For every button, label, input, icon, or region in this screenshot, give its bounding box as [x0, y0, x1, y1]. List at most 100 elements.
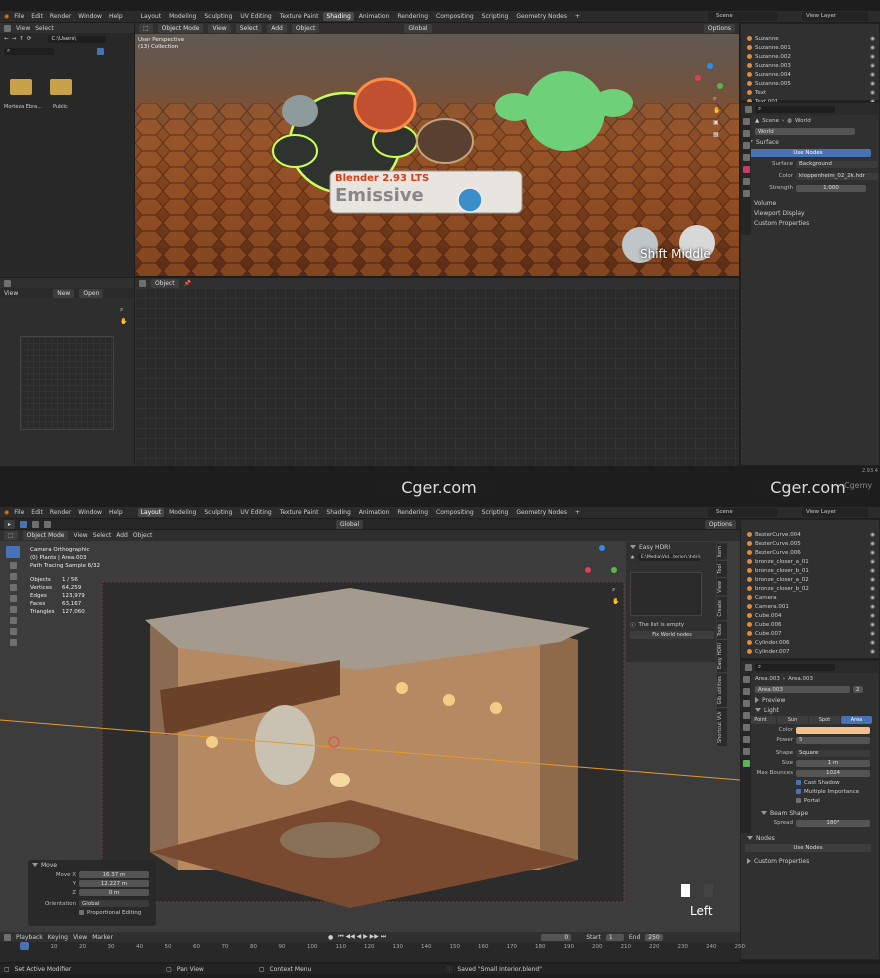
- back-arrow-icon[interactable]: ←: [4, 36, 9, 42]
- view-layer-selector[interactable]: View Layer: [802, 508, 868, 517]
- search-input[interactable]: ⌕: [4, 47, 54, 55]
- light-color-swatch[interactable]: [796, 726, 870, 734]
- camera-icon[interactable]: ▣: [713, 119, 719, 126]
- blender-logo-icon[interactable]: ◉: [4, 13, 9, 20]
- pin-icon[interactable]: 📌: [184, 280, 191, 287]
- visibility-icon[interactable]: ◉: [870, 604, 875, 610]
- shape-field[interactable]: Square: [796, 749, 870, 757]
- scene-tab-icon[interactable]: [743, 154, 750, 161]
- workspace-tab[interactable]: Animation: [356, 508, 393, 517]
- sidebar-tab[interactable]: Tools: [717, 619, 727, 639]
- light-datablock[interactable]: Area.003: [755, 686, 850, 693]
- outliner-item[interactable]: bronze_closer_a_02 ◉: [747, 575, 879, 584]
- output-tab-icon[interactable]: [743, 142, 750, 149]
- object-tab-icon[interactable]: [743, 736, 750, 743]
- light-section[interactable]: Light: [764, 707, 779, 714]
- workspace-tab[interactable]: Modeling: [166, 508, 199, 517]
- add-workspace-icon[interactable]: +: [575, 509, 580, 516]
- add-menu[interactable]: Add: [267, 24, 287, 33]
- proportional-checkbox[interactable]: [79, 910, 84, 915]
- menu-item[interactable]: File: [14, 509, 24, 516]
- scene-selector[interactable]: Scene: [708, 12, 778, 21]
- blender-logo-icon[interactable]: ◉: [4, 509, 9, 516]
- easy-hdri-title[interactable]: Easy HDRI: [639, 544, 670, 551]
- outliner-item[interactable]: Cube.004 ◉: [747, 611, 879, 620]
- hand-icon[interactable]: ✋: [612, 598, 619, 605]
- playhead[interactable]: [20, 942, 29, 950]
- keying-menu[interactable]: Keying: [48, 934, 68, 941]
- visibility-icon[interactable]: ◉: [870, 613, 875, 619]
- visibility-icon[interactable]: ◉: [870, 72, 875, 78]
- workspace-tab[interactable]: Shading: [323, 508, 353, 517]
- viewport-display-section[interactable]: Viewport Display: [754, 210, 805, 217]
- mis-checkbox[interactable]: [796, 789, 801, 794]
- zoom-icon[interactable]: ⌕: [120, 306, 123, 314]
- outliner-item[interactable]: Suzanne.005 ◉: [747, 79, 879, 88]
- outliner-item[interactable]: Suzanne.004 ◉: [747, 70, 879, 79]
- sidebar-tab[interactable]: Item: [717, 542, 727, 561]
- workspace-tab[interactable]: Geometry Nodes: [513, 508, 570, 517]
- editor-type-button[interactable]: ⬚: [4, 531, 18, 540]
- world-tab-icon[interactable]: [743, 166, 750, 173]
- select-subtract-icon[interactable]: [44, 520, 52, 528]
- outliner-item[interactable]: BezierCurve.004 ◉: [747, 530, 879, 539]
- visibility-icon[interactable]: ◉: [870, 45, 875, 51]
- strength-field[interactable]: 1.000: [796, 184, 866, 192]
- grid-icon[interactable]: ▦: [713, 131, 719, 138]
- select-box-icon[interactable]: [20, 520, 28, 528]
- object-tab-icon[interactable]: [743, 178, 750, 185]
- outliner-item[interactable]: Suzanne.003 ◉: [747, 61, 879, 70]
- outliner-item[interactable]: Cylinder.007 ◉: [747, 647, 879, 656]
- menu-item[interactable]: Render: [50, 13, 71, 20]
- mode-dropdown[interactable]: Object Mode: [22, 531, 69, 540]
- cursor-tool-icon[interactable]: [9, 562, 17, 569]
- cast-shadow-checkbox[interactable]: [796, 780, 801, 785]
- move-tool-icon[interactable]: [9, 573, 17, 580]
- select-menu[interactable]: Select: [93, 532, 112, 539]
- tool-tab-icon[interactable]: [743, 118, 750, 125]
- visibility-icon[interactable]: ◉: [870, 81, 875, 87]
- transform-tool-icon[interactable]: [9, 606, 17, 613]
- properties-search[interactable]: ⌕: [755, 105, 835, 113]
- size-field[interactable]: 1 m: [796, 759, 870, 767]
- workspace-tab[interactable]: Rendering: [394, 12, 431, 21]
- select-extend-icon[interactable]: [32, 520, 40, 528]
- menu-item[interactable]: Help: [109, 509, 123, 516]
- select-tool-icon[interactable]: ▸: [4, 519, 16, 529]
- view-menu[interactable]: View: [208, 24, 231, 33]
- light-type-sun[interactable]: Sun: [777, 716, 808, 724]
- visibility-icon[interactable]: ◉: [870, 90, 875, 96]
- outliner-item[interactable]: BezierCurve.005 ◉: [747, 539, 879, 548]
- outliner-item[interactable]: bronze_closer_b_02 ◉: [747, 584, 879, 593]
- max-bounces-field[interactable]: 1024: [796, 769, 870, 777]
- render-tab-icon[interactable]: [743, 130, 750, 137]
- sidebar-tab[interactable]: Glb utilities: [717, 671, 727, 708]
- node-mode-dropdown[interactable]: Object: [151, 278, 179, 288]
- sidebar-tab[interactable]: Shortcut VUr: [717, 707, 727, 747]
- surface-section[interactable]: Surface: [756, 139, 779, 146]
- workspace-tab[interactable]: Rendering: [394, 508, 431, 517]
- menu-item[interactable]: Edit: [31, 13, 43, 20]
- end-field[interactable]: 250: [645, 933, 664, 941]
- playback-controls[interactable]: ⏮ ◀◀ ◀ ▶ ▶▶ ⏭: [338, 933, 386, 941]
- scene-selector[interactable]: Scene: [708, 508, 778, 517]
- folder-icon[interactable]: [50, 79, 72, 95]
- editor-type-button[interactable]: ⬚: [139, 24, 153, 33]
- physics-tab-icon[interactable]: [743, 748, 750, 755]
- custom-props-section[interactable]: Custom Properties: [754, 858, 809, 865]
- visibility-icon[interactable]: ◉: [870, 54, 875, 60]
- orientation-field[interactable]: Global: [79, 900, 149, 907]
- hand-icon[interactable]: ✋: [713, 107, 720, 114]
- measure-tool-icon[interactable]: [9, 628, 17, 635]
- outliner-item[interactable]: Cube.007 ◉: [747, 629, 879, 638]
- image-editor[interactable]: View New Open ⌕ ✋: [0, 278, 134, 466]
- menu-item[interactable]: Help: [109, 13, 123, 20]
- light-type-spot[interactable]: Spot: [809, 716, 840, 724]
- workspace-tab[interactable]: Texture Paint: [277, 508, 322, 517]
- scene-tab-icon[interactable]: [743, 712, 750, 719]
- sidebar-tab[interactable]: View: [717, 577, 727, 596]
- move-z-field[interactable]: 0 m: [79, 889, 149, 896]
- outliner-item[interactable]: Text ◉: [747, 88, 879, 97]
- portal-checkbox[interactable]: [796, 798, 801, 803]
- hdri-path-field[interactable]: E:\Media\Vid...terior\.\hdri\: [637, 554, 700, 561]
